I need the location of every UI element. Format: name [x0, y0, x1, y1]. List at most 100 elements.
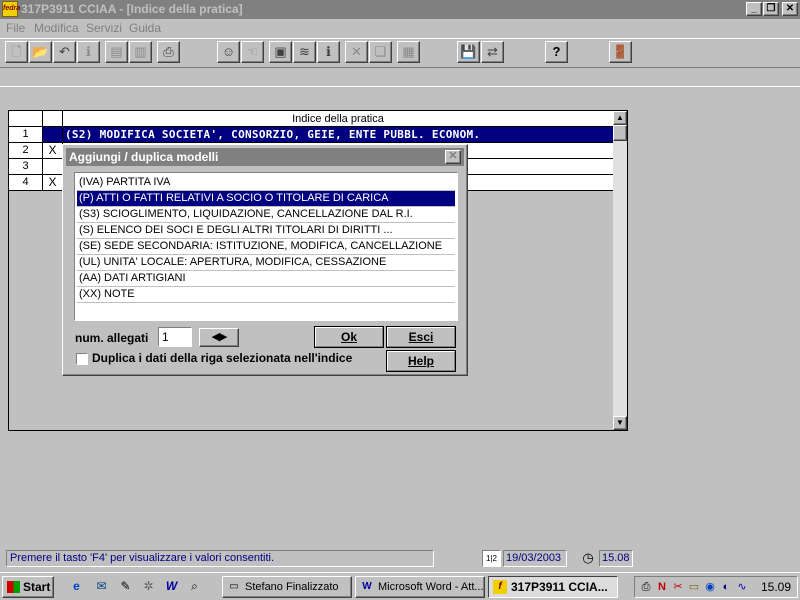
duplica-label[interactable]: Duplica i dati della riga selezionata ne…: [92, 351, 352, 365]
folder-icon: ▭: [229, 581, 239, 592]
allegati-input[interactable]: 1: [158, 327, 192, 347]
printer-tray-icon[interactable]: ⎙: [638, 579, 654, 595]
row-mark: [43, 159, 63, 174]
help-icon[interactable]: ?: [545, 41, 568, 63]
notepad-icon[interactable]: ✎: [117, 578, 134, 595]
menu-guida[interactable]: Guida: [129, 21, 161, 35]
find-icon[interactable]: ⌕: [186, 578, 203, 595]
row-number: 4: [9, 175, 43, 190]
hand-icon[interactable]: ☜: [241, 41, 264, 63]
pages-icon[interactable]: ▥: [129, 41, 152, 63]
moon-tray-icon[interactable]: ◐: [718, 579, 734, 595]
row-number: 3: [9, 159, 43, 174]
grid-header-corner: [9, 111, 43, 127]
app-icon: fedra: [2, 1, 20, 17]
row-number: 2: [9, 143, 43, 158]
row-number: 1: [9, 127, 43, 142]
model-list[interactable]: (IVA) PARTITA IVA (P) ATTI O FATTI RELAT…: [74, 172, 458, 321]
word-icon[interactable]: W: [163, 578, 180, 595]
scroll-down-icon[interactable]: ▼: [613, 416, 627, 430]
list-item[interactable]: (AA) DATI ARTIGIANI: [77, 271, 455, 287]
n-tray-icon[interactable]: N: [654, 579, 670, 595]
save-disk-icon[interactable]: ▣: [269, 41, 292, 63]
dialog-title-bar: Aggiungi / duplica modelli ✕: [66, 148, 464, 166]
status-bar: Premere il tasto 'F4' per visualizzare i…: [0, 548, 800, 570]
wave-tray-icon[interactable]: ∿: [734, 579, 750, 595]
menu-servizi[interactable]: Servizi: [86, 21, 122, 35]
list-item[interactable]: (P) ATTI O FATTI RELATIVI A SOCIO O TITO…: [77, 191, 455, 207]
ok-button[interactable]: Ok: [314, 326, 384, 348]
status-time: 15.08: [599, 550, 633, 567]
task-fedra[interactable]: f 317P3911 CCIA...: [488, 576, 618, 598]
duplica-checkbox[interactable]: [76, 353, 88, 365]
start-button[interactable]: Start: [2, 576, 54, 598]
windows-logo-icon: [7, 581, 20, 593]
info-icon[interactable]: ℹ: [77, 41, 100, 63]
task-label: Stefano Finalizzato: [245, 581, 339, 593]
row-mark: X: [43, 175, 63, 190]
fedra-app-icon: f: [493, 580, 507, 594]
transfer-icon[interactable]: ⇄: [481, 41, 504, 63]
menu-modifica[interactable]: Modifica: [34, 21, 79, 35]
clock-icon: ◷: [582, 550, 594, 565]
print-icon[interactable]: ⎙: [157, 41, 180, 63]
window-title: 317P3911 CCIAA - [Indice della pratica]: [21, 2, 243, 16]
add-duplicate-dialog: Aggiungi / duplica modelli ✕ (IVA) PARTI…: [62, 144, 468, 376]
start-label: Start: [23, 580, 51, 594]
new-document-icon[interactable]: 🗋: [5, 41, 28, 63]
outlook-icon[interactable]: ✉: [93, 578, 110, 595]
list-item[interactable]: (SE) SEDE SECONDARIA: ISTITUZIONE, MODIF…: [77, 239, 455, 255]
floppy-icon[interactable]: 💾: [457, 41, 480, 63]
word-doc-icon: W: [362, 581, 372, 592]
restore-button[interactable]: ❐: [763, 2, 779, 16]
grid-row[interactable]: 1 (S2) MODIFICA SOCIETA', CONSORZIO, GEI…: [9, 127, 613, 143]
tray-clock: 15.09: [760, 580, 791, 594]
task-word[interactable]: W Microsoft Word - Att...: [355, 576, 485, 598]
layers-icon[interactable]: ≋: [293, 41, 316, 63]
row-text: (S2) MODIFICA SOCIETA', CONSORZIO, GEIE,…: [63, 127, 613, 142]
undo-icon[interactable]: ↶: [53, 41, 76, 63]
page-icon[interactable]: ▤: [105, 41, 128, 63]
copy-icon[interactable]: ❏: [369, 41, 392, 63]
task-label: Microsoft Word - Att...: [378, 581, 484, 593]
list-item[interactable]: (S) ELENCO DEI SOCI E DEGLI ALTRI TITOLA…: [77, 223, 455, 239]
list-item[interactable]: (S3) SCIOGLIMENTO, LIQUIDAZIONE, CANCELL…: [77, 207, 455, 223]
person-icon[interactable]: ☺: [217, 41, 240, 63]
title-bar: fedra 317P3911 CCIAA - [Indice della pra…: [0, 0, 800, 19]
close-button[interactable]: ✕: [782, 2, 798, 16]
delete-icon[interactable]: ✕: [345, 41, 368, 63]
list-item[interactable]: (XX) NOTE: [77, 287, 455, 303]
list-item[interactable]: (UL) UNITA' LOCALE: APERTURA, MODIFICA, …: [77, 255, 455, 271]
exit-icon[interactable]: 🚪: [609, 41, 632, 63]
allegati-label: num. allegati: [75, 331, 149, 345]
help-button[interactable]: Help: [386, 350, 456, 372]
grid-scrollbar[interactable]: ▲ ▼: [613, 111, 627, 430]
list-item[interactable]: (IVA) PARTITA IVA: [77, 175, 455, 191]
menu-file[interactable]: File: [6, 21, 25, 35]
table-icon[interactable]: ▦: [397, 41, 420, 63]
esci-label: Esci: [408, 330, 434, 344]
menu-bar: File Modifica Servizi Guida: [0, 19, 800, 37]
dialog-title: Aggiungi / duplica modelli: [69, 150, 219, 164]
open-folder-icon[interactable]: 📂: [29, 41, 52, 63]
gear-icon[interactable]: ✲: [140, 578, 157, 595]
allegati-spin-arrows-icon[interactable]: ◀▶: [199, 328, 239, 347]
globe-tray-icon[interactable]: ◉: [702, 579, 718, 595]
dialog-close-icon[interactable]: ✕: [445, 150, 461, 164]
status-date: 19/03/2003: [503, 550, 567, 567]
row-mark: X: [43, 143, 63, 158]
tool-tray-icon[interactable]: ✂: [670, 579, 686, 595]
minimize-button[interactable]: _: [746, 2, 762, 16]
system-tray: ⎙ N ✂ ▭ ◉ ◐ ∿ 15.09: [634, 576, 798, 598]
secondary-bar: [0, 67, 800, 87]
scroll-up-icon[interactable]: ▲: [613, 111, 627, 125]
ie-icon[interactable]: e: [68, 578, 85, 595]
help-label: Help: [407, 354, 434, 368]
status-message: Premere il tasto 'F4' per visualizzare i…: [6, 550, 434, 567]
task-stefano[interactable]: ▭ Stefano Finalizzato: [222, 576, 352, 598]
scroll-thumb[interactable]: [613, 125, 627, 141]
row-mark: [43, 127, 63, 142]
info2-icon[interactable]: ℹ: [317, 41, 340, 63]
esci-button[interactable]: Esci: [386, 326, 456, 348]
monitor-tray-icon[interactable]: ▭: [686, 579, 702, 595]
